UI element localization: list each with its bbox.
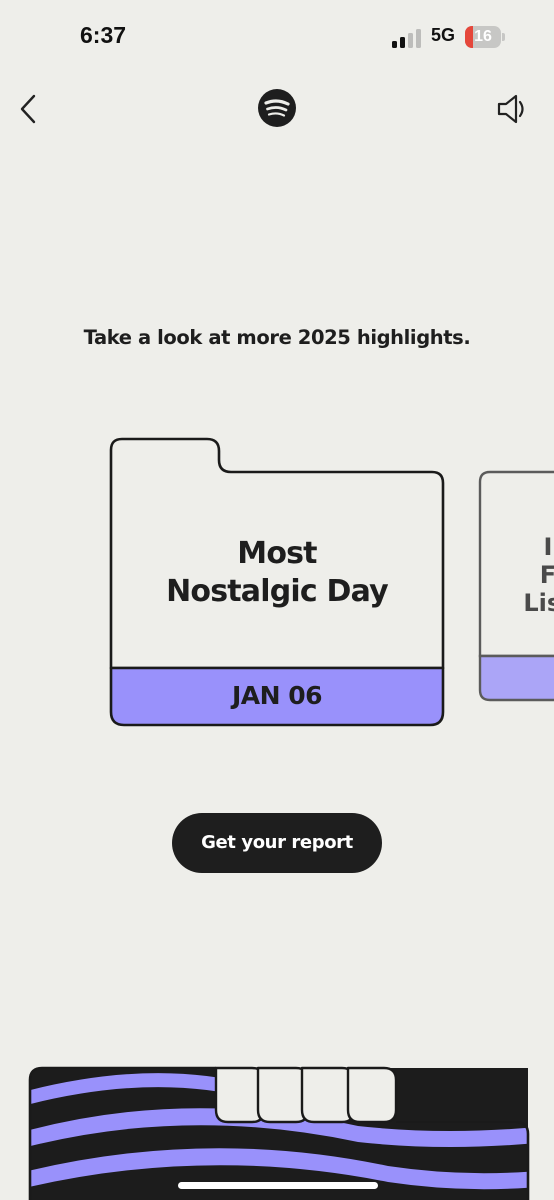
speaker-icon bbox=[497, 94, 524, 124]
cellular-signal-icon bbox=[392, 28, 424, 48]
back-button[interactable] bbox=[12, 92, 46, 126]
card-date: JAN 06 bbox=[231, 681, 323, 710]
status-time: 6:37 bbox=[80, 22, 127, 48]
status-bar: 6:37 5G 16 bbox=[0, 0, 554, 70]
spotify-logo-icon bbox=[258, 89, 296, 127]
top-navigation bbox=[0, 70, 554, 150]
battery-icon: 16 bbox=[465, 26, 501, 48]
network-type: 5G bbox=[431, 25, 456, 45]
sound-toggle-button[interactable] bbox=[496, 92, 528, 126]
battery-level: 16 bbox=[474, 28, 492, 45]
card-title: Most Nostalgic Day bbox=[166, 536, 389, 609]
next-card-title: I F List bbox=[523, 533, 554, 617]
chevron-left-icon bbox=[20, 94, 36, 124]
home-indicator[interactable] bbox=[178, 1182, 378, 1189]
get-report-button[interactable]: Get your report bbox=[172, 813, 382, 873]
striped-folder-art bbox=[28, 1066, 530, 1200]
highlights-heading: Take a look at more 2025 highlights. bbox=[83, 326, 471, 349]
